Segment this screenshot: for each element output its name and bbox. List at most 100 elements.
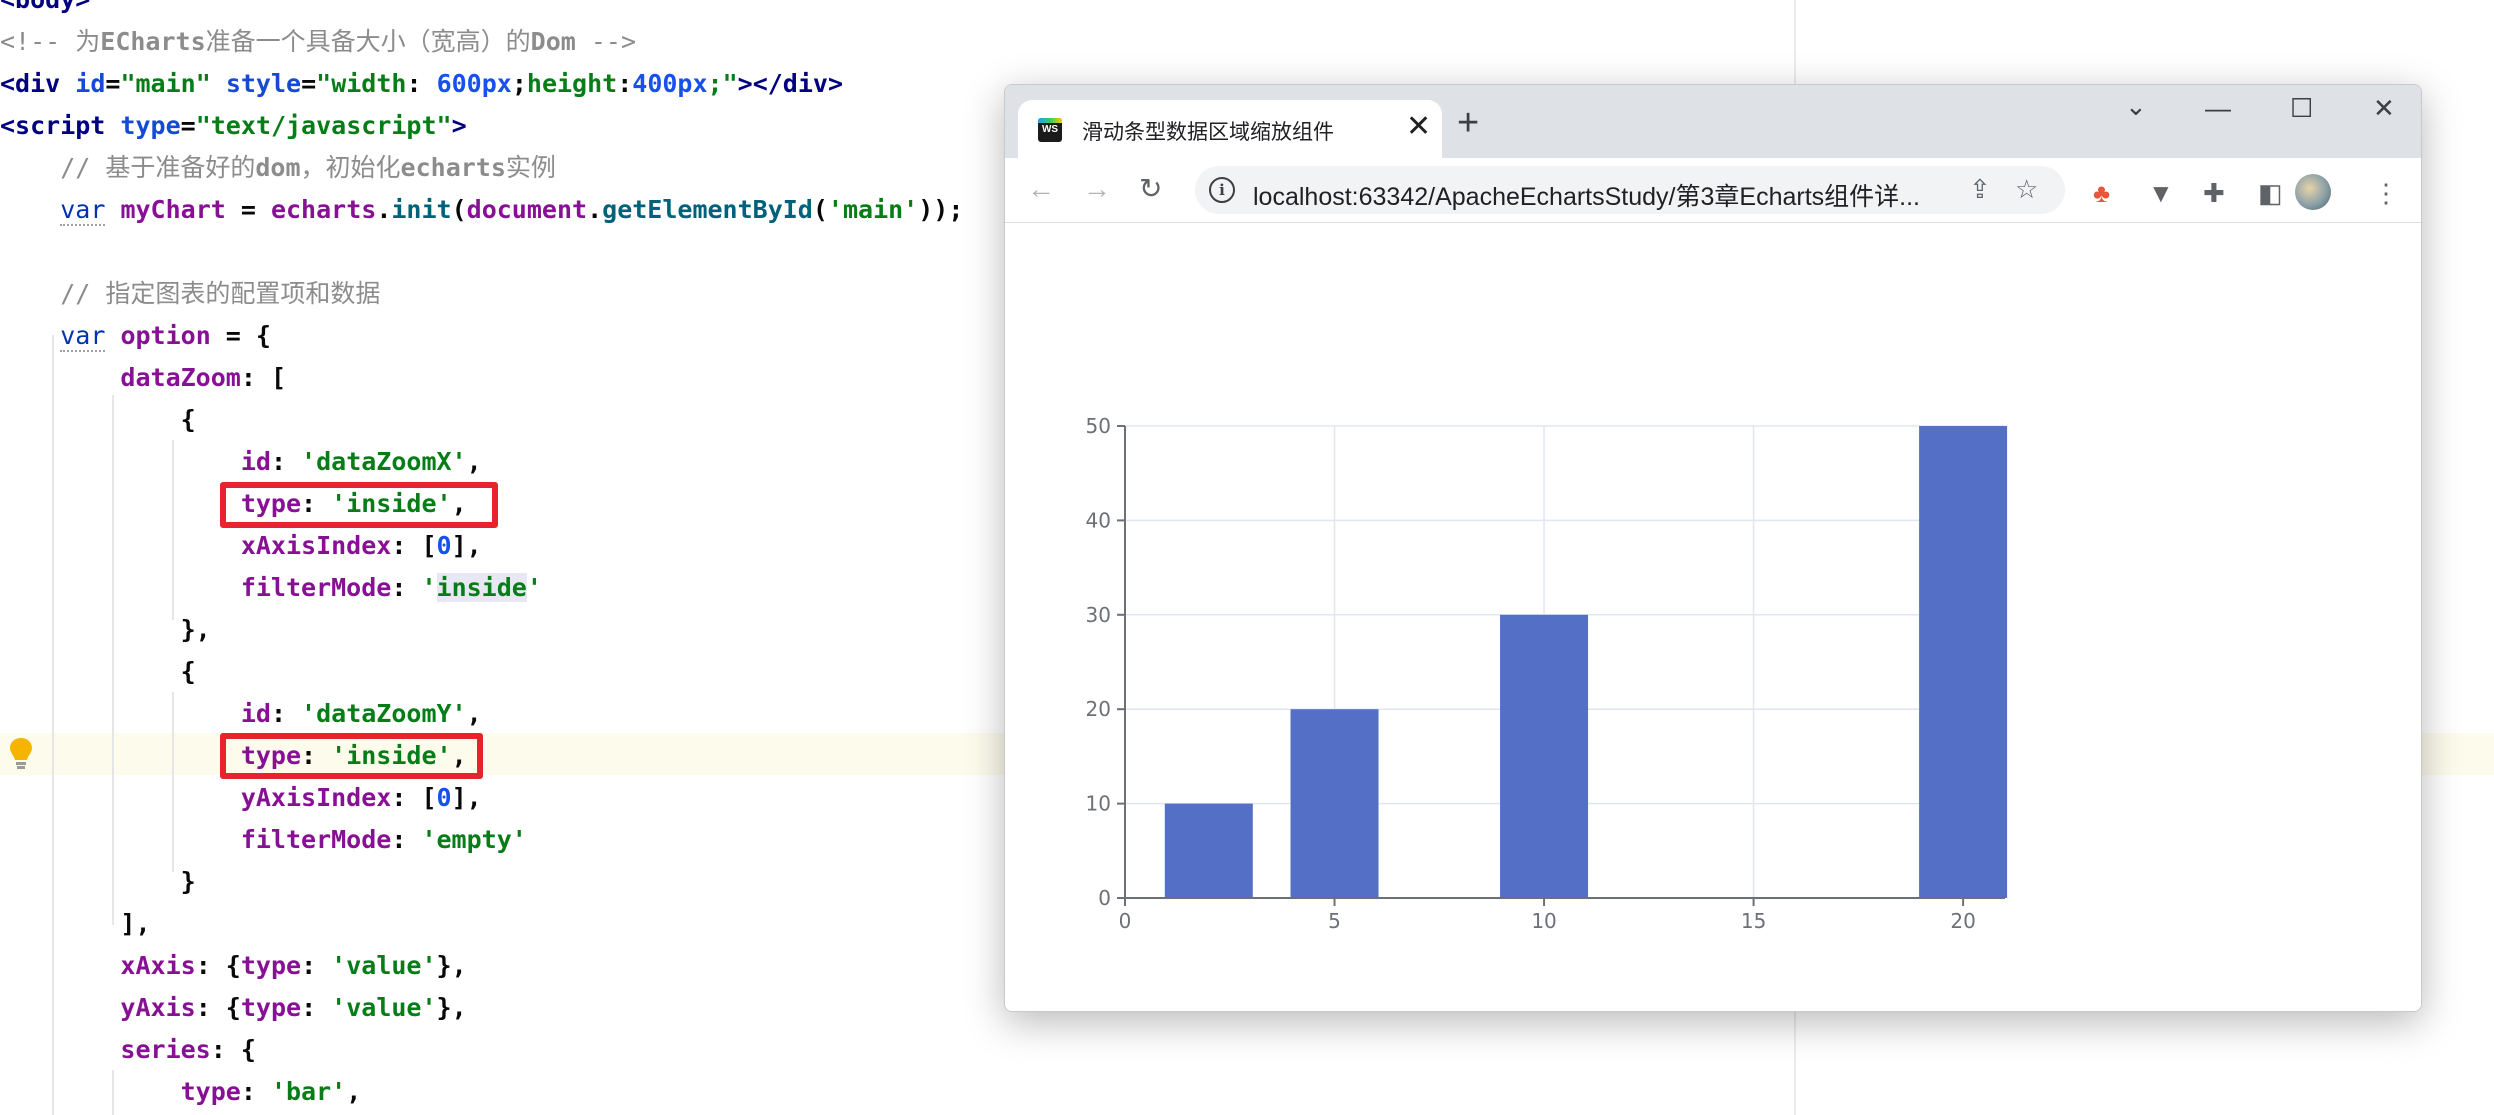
code-token: = bbox=[301, 69, 317, 98]
code-line[interactable]: { bbox=[0, 399, 196, 441]
side-panel-icon[interactable]: ◧ bbox=[2258, 178, 2283, 208]
profile-avatar[interactable] bbox=[2295, 174, 2331, 210]
code-line[interactable]: { bbox=[0, 651, 196, 693]
x-tick-label: 0 bbox=[1119, 909, 1132, 933]
code-line[interactable]: id: 'dataZoomX', bbox=[0, 441, 482, 483]
code-token: : [ bbox=[391, 783, 437, 812]
maximize-icon[interactable]: ☐ bbox=[2290, 93, 2313, 123]
code-token: : bbox=[270, 699, 302, 728]
code-line[interactable]: <div id="main" style="width: 600px;heigh… bbox=[0, 63, 843, 105]
code-line[interactable]: <body> bbox=[0, 0, 90, 21]
window-close-icon[interactable]: ✕ bbox=[2373, 93, 2395, 123]
code-token: echarts bbox=[270, 195, 377, 224]
code-token: { bbox=[0, 657, 196, 686]
code-token: ], bbox=[451, 531, 482, 560]
code-token: , bbox=[346, 1077, 362, 1106]
menu-icon[interactable]: ⋮ bbox=[2373, 178, 2399, 208]
code-line[interactable]: // 指定图表的配置项和数据 bbox=[0, 273, 380, 315]
code-token: : bbox=[617, 69, 633, 98]
address-bar[interactable]: i localhost:63342/ApacheEchartsStudy/第3章… bbox=[1195, 166, 2065, 214]
code-token: : bbox=[301, 993, 332, 1022]
code-line[interactable]: dataZoom: [ bbox=[0, 357, 286, 399]
lightbulb-icon[interactable] bbox=[8, 736, 34, 772]
code-line[interactable]: xAxis: {type: 'value'}, bbox=[0, 945, 466, 987]
code-line[interactable]: <!-- 为ECharts准备一个具备大小（宽高）的Dom --> bbox=[0, 21, 636, 63]
code-token: > bbox=[451, 111, 467, 140]
tab-title: 滑动条型数据区域缩放组件 bbox=[1082, 121, 1334, 144]
code-token: dom bbox=[255, 153, 301, 182]
code-line[interactable]: }, bbox=[0, 609, 211, 651]
code-line[interactable]: series: { bbox=[0, 1029, 255, 1071]
code-token: ECharts bbox=[100, 27, 206, 56]
code-token: xAxisIndex bbox=[240, 531, 392, 560]
code-line[interactable]: yAxis: {type: 'value'}, bbox=[0, 987, 466, 1029]
code-token: <body> bbox=[0, 0, 90, 14]
browser-tab[interactable]: WS 滑动条型数据区域缩放组件 ✕ bbox=[1018, 100, 1442, 158]
highlight-box-y-type bbox=[220, 733, 483, 779]
code-token: init bbox=[391, 195, 452, 224]
code-line[interactable]: filterMode: 'empty' bbox=[0, 819, 527, 861]
code-token: 准备一个具备大小（宽高）的 bbox=[205, 27, 531, 56]
back-icon[interactable]: ← bbox=[1027, 172, 1055, 206]
code-line[interactable]: id: 'dataZoomY', bbox=[0, 693, 482, 735]
y-tick-label: 10 bbox=[1086, 792, 1111, 816]
code-line[interactable]: <script type="text/javascript"> bbox=[0, 105, 467, 147]
y-tick-label: 40 bbox=[1086, 508, 1111, 532]
reload-icon[interactable]: ↻ bbox=[1139, 172, 1162, 206]
code-line[interactable]: // 基于准备好的dom，初始化echarts实例 bbox=[0, 147, 556, 189]
code-token: id bbox=[240, 447, 271, 476]
code-line[interactable]: var myChart = echarts.init(document.getE… bbox=[0, 189, 963, 231]
code-line[interactable]: yAxisIndex: [0], bbox=[0, 777, 482, 819]
extension-icon[interactable]: ♣ bbox=[2093, 178, 2110, 208]
code-token: yAxisIndex bbox=[240, 783, 392, 812]
code-token: ' bbox=[421, 573, 437, 602]
code-token: ], bbox=[0, 909, 151, 938]
extension-v-icon[interactable]: ▼ bbox=[2148, 178, 2174, 208]
code-token: 'empty' bbox=[421, 825, 527, 854]
code-token: ; bbox=[511, 69, 527, 98]
new-tab-icon[interactable]: + bbox=[1457, 104, 1479, 142]
code-token: : [ bbox=[240, 363, 286, 392]
extensions-puzzle-icon[interactable]: ✚ bbox=[2203, 178, 2225, 208]
code-line[interactable]: filterMode: 'inside' bbox=[0, 567, 542, 609]
bar-chart[interactable]: 0 5 10 15 20 0 10 20 30 40 50 bbox=[1005, 223, 2421, 1011]
code-line[interactable]: var option = { bbox=[0, 315, 271, 357]
code-token: ], bbox=[451, 783, 482, 812]
minimize-icon[interactable]: — bbox=[2205, 93, 2231, 123]
code-line[interactable]: type: 'bar', bbox=[0, 1071, 362, 1113]
x-tick-label: 15 bbox=[1741, 909, 1766, 933]
code-token: : bbox=[391, 825, 422, 854]
bar bbox=[1164, 803, 1253, 898]
code-token: 400px bbox=[632, 69, 708, 98]
webstorm-icon: WS bbox=[1038, 118, 1062, 142]
code-token: = { bbox=[210, 321, 271, 350]
tab-strip: WS 滑动条型数据区域缩放组件 ✕ + ⌄ — ☐ ✕ bbox=[1005, 85, 2421, 158]
code-line[interactable]: xAxisIndex: [0], bbox=[0, 525, 482, 567]
browser-window[interactable]: WS 滑动条型数据区域缩放组件 ✕ + ⌄ — ☐ ✕ ← → ↻ i loca… bbox=[1004, 84, 2422, 1012]
code-token: : { bbox=[195, 951, 241, 980]
tab-close-icon[interactable]: ✕ bbox=[1406, 112, 1431, 142]
code-token: . bbox=[587, 195, 603, 224]
code-line[interactable]: ], bbox=[0, 903, 151, 945]
code-line[interactable]: } bbox=[0, 861, 196, 903]
page-content: 0 5 10 15 20 0 10 20 30 40 50 bbox=[1005, 223, 2421, 1011]
bookmark-star-icon[interactable]: ☆ bbox=[2015, 174, 2038, 204]
tab-search-chevron-icon[interactable]: ⌄ bbox=[2125, 91, 2147, 121]
code-token: 600px bbox=[436, 69, 512, 98]
url-text[interactable]: localhost:63342/ApacheEchartsStudy/第3章Ec… bbox=[1253, 177, 1920, 213]
forward-icon[interactable]: → bbox=[1083, 172, 1111, 206]
code-token: ></div> bbox=[737, 69, 843, 98]
code-token: ( bbox=[812, 195, 828, 224]
code-token: 'main' bbox=[827, 195, 919, 224]
site-info-icon[interactable]: i bbox=[1209, 177, 1235, 203]
share-icon[interactable]: ⇪ bbox=[1969, 174, 1991, 204]
